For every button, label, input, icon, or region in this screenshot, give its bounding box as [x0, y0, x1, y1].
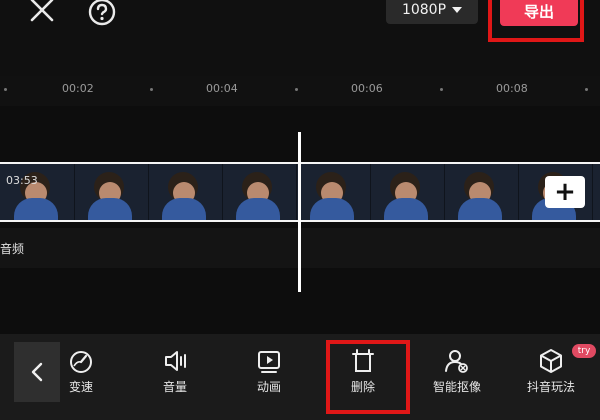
- chevron-left-icon: [31, 362, 43, 382]
- ruler-tick: 00:08: [496, 82, 528, 95]
- douyin-effects-icon: [540, 349, 562, 373]
- ruler-dot: [440, 88, 443, 91]
- smart-cutout-icon: [445, 350, 468, 373]
- help-button[interactable]: [86, 0, 118, 28]
- ruler-dot: [295, 88, 298, 91]
- close-button[interactable]: [26, 0, 58, 26]
- audio-track-label: 音频: [0, 242, 25, 256]
- clip-thumbnail: [148, 164, 223, 220]
- resolution-value: 1080P: [401, 2, 447, 18]
- ruler-tick: 00:02: [62, 82, 94, 95]
- try-badge: try: [572, 344, 596, 358]
- clip-thumbnail: [444, 164, 519, 220]
- help-icon: [88, 0, 116, 26]
- clip-thumbnail: [0, 164, 75, 220]
- tool-label: 音量: [162, 380, 187, 394]
- tool-label: 智能抠像: [432, 380, 481, 394]
- tool-label: 变速: [68, 380, 93, 394]
- tool-smart-cutout[interactable]: 智能抠像: [422, 348, 492, 404]
- plus-icon: +: [554, 177, 576, 207]
- tool-label: 抖音玩法: [526, 380, 575, 394]
- clip-thumbnail: [74, 164, 149, 220]
- speed-icon: [70, 351, 92, 373]
- resolution-selector[interactable]: 1080P: [386, 0, 478, 24]
- ruler-tick: 00:06: [351, 82, 383, 95]
- add-clip-button[interactable]: +: [545, 176, 585, 208]
- playhead[interactable]: [298, 132, 301, 292]
- delete-highlight-box: [326, 340, 410, 414]
- tool-label: 动画: [256, 380, 281, 394]
- chevron-down-icon: [452, 7, 463, 13]
- export-highlight-box: [488, 0, 584, 42]
- clip-thumbnail: [222, 164, 297, 220]
- tool-animation[interactable]: 动画: [234, 348, 304, 404]
- tool-volume[interactable]: 音量: [140, 348, 210, 404]
- clip-thumbnail: [296, 164, 371, 220]
- tool-speed[interactable]: 变速: [46, 348, 116, 404]
- clip-duration: 03:53: [6, 174, 38, 187]
- clip-thumbnail: [370, 164, 445, 220]
- volume-icon: [165, 351, 186, 371]
- animation-icon: [258, 351, 280, 373]
- close-icon: [30, 0, 54, 22]
- ruler-tick: 00:04: [206, 82, 238, 95]
- ruler-dot: [585, 88, 588, 91]
- ruler-dot: [150, 88, 153, 91]
- ruler-dot: [4, 88, 7, 91]
